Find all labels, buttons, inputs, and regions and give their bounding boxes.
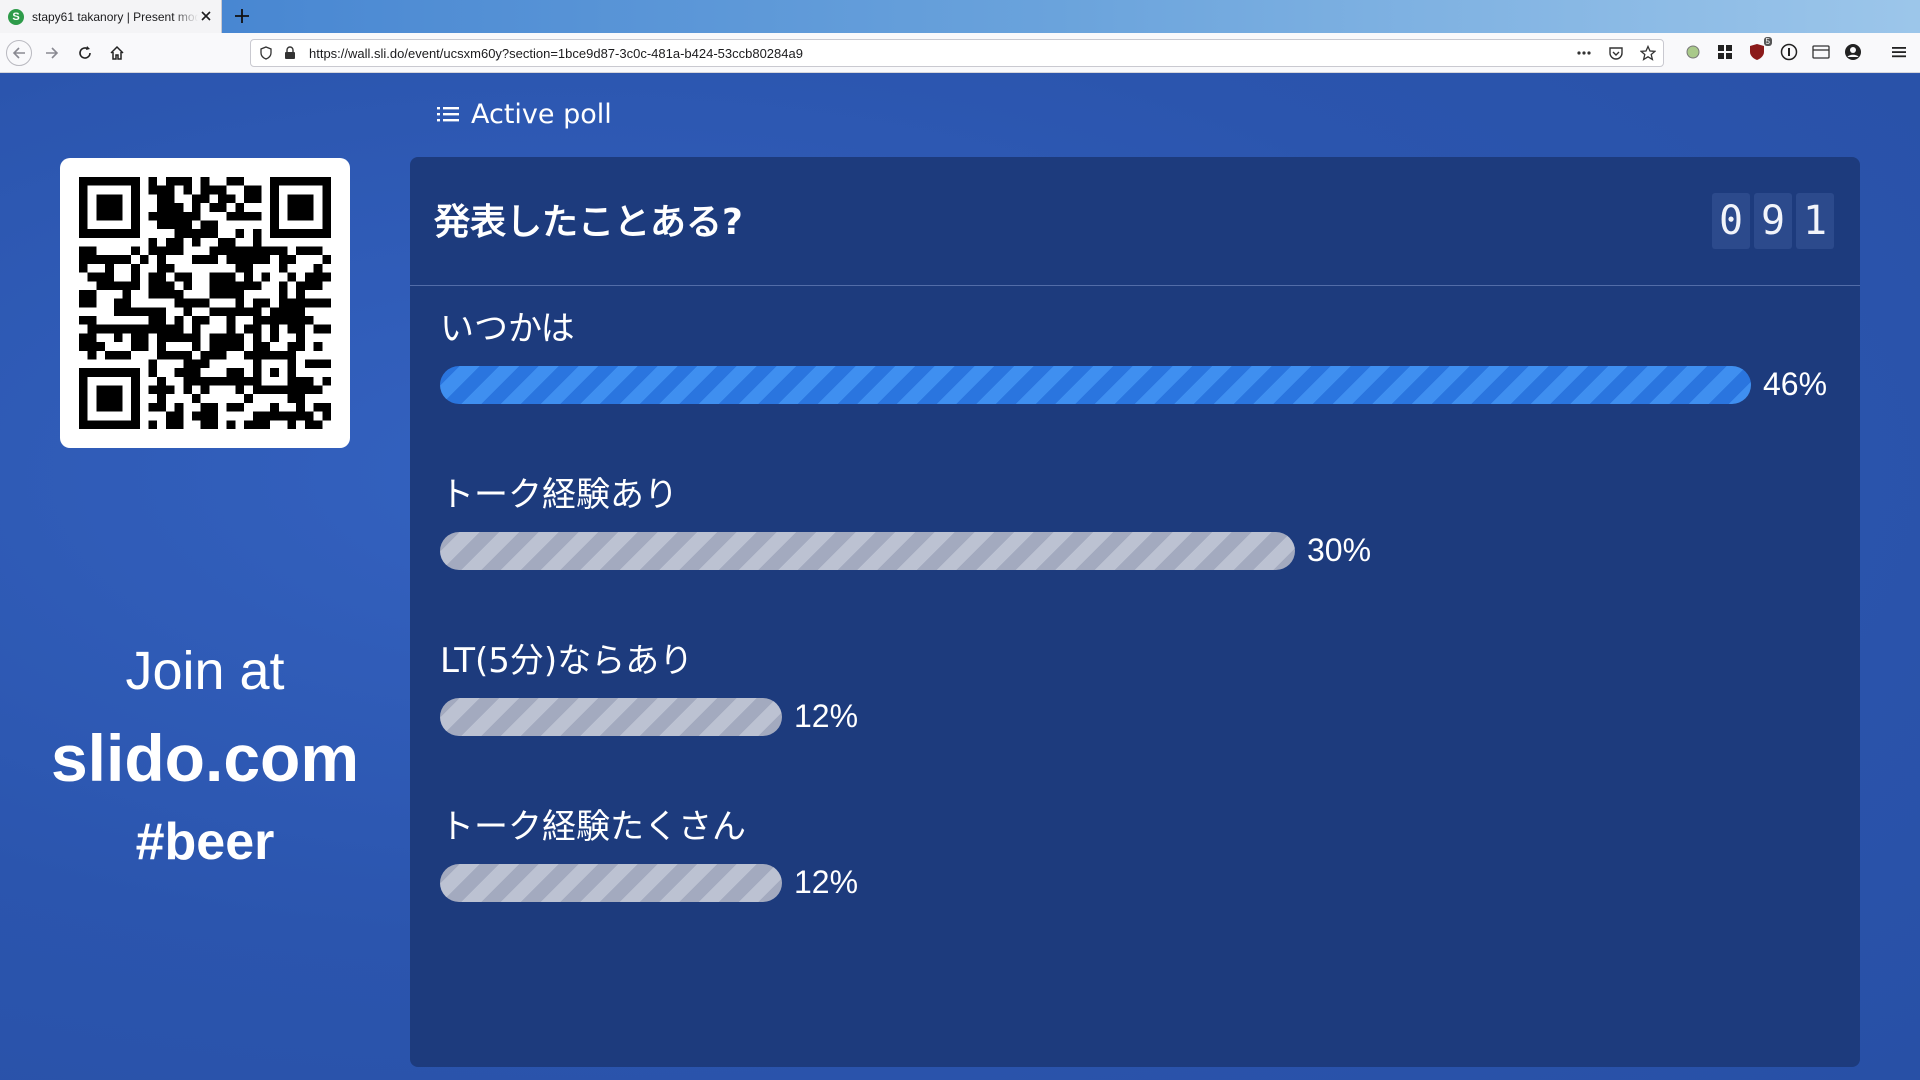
ublock-icon[interactable]: 5 [1746,37,1772,63]
vote-counter-digit: 0 [1712,193,1750,249]
poll-option-bar [440,864,782,902]
join-label: Join at [125,641,285,701]
address-bar[interactable]: https://wall.sli.do/event/ucsxm60y?secti… [250,39,1664,67]
poll-option-bar [440,698,782,736]
new-tab-icon[interactable] [232,6,252,26]
poll-question: 発表したことある? [434,202,743,243]
poll-panel: 発表したことある? 0 9 1 いつかは 46% トーク経験あり 30% LT(… [410,157,1860,1067]
qr-code [60,158,350,448]
star-icon[interactable] [1639,44,1657,62]
poll-option: トーク経験たくさん 12% [440,804,1840,902]
shield-icon[interactable] [257,44,275,62]
event-code: #beer [135,813,275,871]
vote-counter-digit: 9 [1754,193,1792,249]
poll-option-bar [440,532,1295,570]
poll-option-percent: 12% [794,698,859,734]
forward-icon [46,47,59,59]
poll-option-bar-row: 46% [440,364,1840,404]
qr-code-image [79,177,331,429]
poll-option-label: いつかは [440,309,575,349]
lock-icon[interactable] [281,44,299,62]
poll-option-label: トーク経験たくさん [440,807,746,847]
poll-option-percent: 12% [794,864,859,900]
poll-option-bar-row: 12% [440,862,1840,902]
poll-option-label: トーク経験あり [440,475,678,515]
extension-icon[interactable] [1682,41,1704,63]
url-text: https://wall.sli.do/event/ucsxm60y?secti… [309,45,803,61]
tab-strip: S stapy61 takanory | Present mode [0,0,1920,33]
poll-option-percent: 46% [1763,366,1828,402]
home-icon [110,45,124,60]
reload-icon [79,46,91,59]
more-icon[interactable] [1575,44,1593,62]
poll-option-bar-row: 12% [440,696,1840,736]
poll-option: LT(5分)ならあり 12% [440,638,1840,736]
poll-option: いつかは 46% [440,306,1840,404]
menu-icon[interactable] [1888,41,1910,63]
slido-present-page: Join at slido.com #beer Active poll 発表した… [0,74,1920,1080]
vote-counter: 0 9 1 [1712,193,1834,249]
toolbar-icons: 5 [1682,37,1910,63]
slido-favicon-icon: S [8,8,24,25]
vote-counter-digit: 1 [1796,193,1834,249]
pocket-icon[interactable] [1607,44,1625,62]
poll-option: トーク経験あり 30% [440,472,1840,570]
reload-button[interactable] [73,41,97,65]
close-icon[interactable] [198,8,214,24]
poll-option-label: LT(5分)ならあり [440,641,694,681]
info-icon[interactable] [1778,41,1800,63]
account-icon[interactable] [1842,41,1864,63]
tab-title: stapy61 takanory | Present mode [32,9,198,24]
forward-button[interactable] [40,41,64,65]
sidebar-icon[interactable] [1810,41,1832,63]
poll-option-bar [440,366,1751,404]
poll-header: Active poll [437,94,612,134]
browser-tab[interactable]: S stapy61 takanory | Present mode [0,0,222,33]
navigation-toolbar: https://wall.sli.do/event/ucsxm60y?secti… [0,33,1920,73]
join-domain: slido.com [50,721,360,795]
back-button[interactable] [6,40,32,66]
question-row: 発表したことある? 0 9 1 [410,157,1860,286]
poll-option-bar-row: 30% [440,530,1840,570]
home-button[interactable] [105,41,129,65]
poll-header-title: Active poll [471,98,612,130]
poll-option-percent: 30% [1307,532,1372,568]
extension-badge: 5 [1763,37,1772,46]
back-icon [12,47,25,59]
list-icon [437,107,459,122]
grid-icon[interactable] [1714,41,1736,63]
